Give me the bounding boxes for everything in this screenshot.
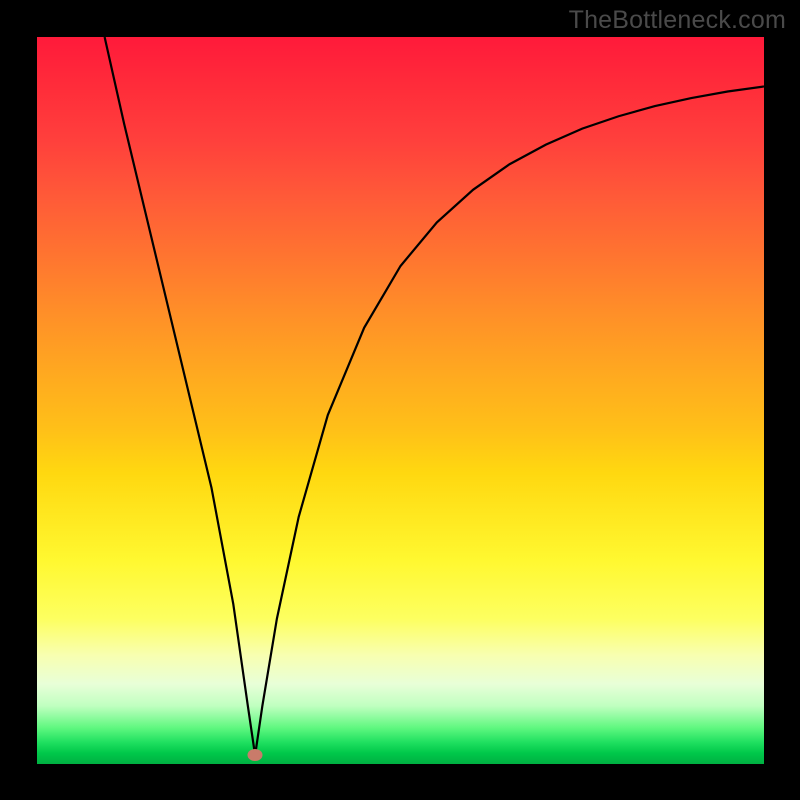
curve-layer	[37, 37, 764, 764]
optimal-point-marker	[248, 749, 263, 761]
chart-frame	[0, 0, 800, 800]
plot-area	[37, 37, 764, 764]
bottleneck-curve	[105, 37, 764, 755]
watermark-text: TheBottleneck.com	[569, 6, 786, 35]
